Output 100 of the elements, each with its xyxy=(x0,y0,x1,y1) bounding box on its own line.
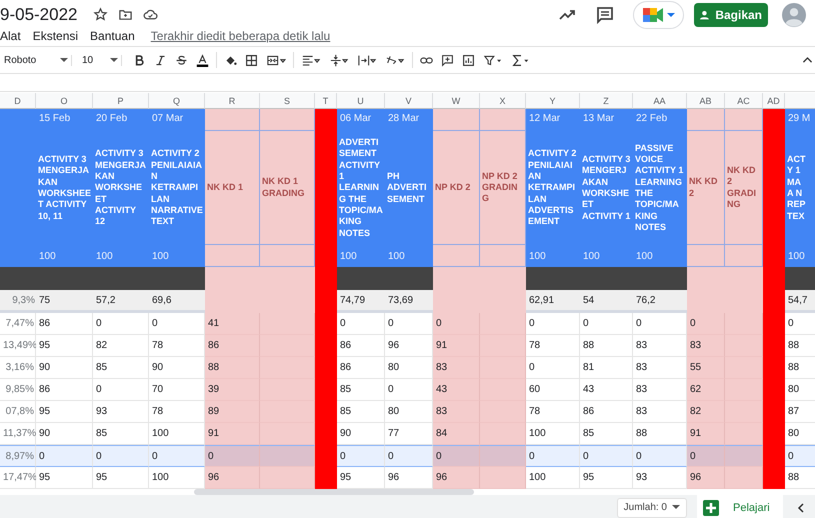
menu-item[interactable]: Bantuan xyxy=(90,29,135,43)
explore-button[interactable]: Pelajari xyxy=(697,495,783,518)
column-header[interactable]: Z xyxy=(580,93,633,109)
last-edit-link[interactable]: Terakhir diedit beberapa detik lalu xyxy=(150,29,330,43)
font-dropdown[interactable]: Roboto xyxy=(0,54,72,66)
assignment-title: NK KD 2 xyxy=(689,176,718,199)
table-cell: 41 xyxy=(205,313,260,335)
assignment-title: ACTIVITY 2 PENILAIAIAN KETRAMPILAN NARRATIVE TEXT xyxy=(151,148,203,228)
header-cell: 07 Mar xyxy=(149,109,205,131)
header-cell: 100 xyxy=(785,245,815,267)
sum-dropdown[interactable]: Jumlah: 0 xyxy=(616,498,687,518)
menu-item[interactable]: Ekstensi xyxy=(32,29,78,43)
column-header[interactable]: Q xyxy=(149,93,205,109)
table-cell: 39 xyxy=(205,379,260,401)
column-header[interactable]: T xyxy=(315,93,337,109)
column-header[interactable]: Y xyxy=(526,93,580,109)
table-cell: 3,16% xyxy=(0,357,36,379)
text-color-icon[interactable] xyxy=(196,54,209,66)
column-header[interactable]: X xyxy=(480,93,526,109)
table-cell: 43 xyxy=(433,379,480,401)
chart-icon[interactable] xyxy=(462,54,475,66)
column-header[interactable]: AC xyxy=(725,93,763,109)
assignment-title: NK KD 1 GRADING xyxy=(262,176,306,199)
table-cell: 0 xyxy=(93,379,149,401)
table-cell: 55 xyxy=(687,357,725,379)
assignment-title: NK KD 2 GRADING xyxy=(727,164,757,210)
merge-cells-icon[interactable] xyxy=(266,54,286,66)
comment-icon[interactable] xyxy=(595,4,615,24)
average-cell: 54,7 xyxy=(785,290,815,313)
column-header[interactable]: D xyxy=(0,93,36,109)
average-cell: 9,3% xyxy=(0,290,36,313)
assignment-title: ACTIVITY 3 MENGERJAKAN WORKSHEET ACTIVITY 12 xyxy=(95,148,147,228)
assignment-title: NP KD 2 xyxy=(435,182,470,194)
table-cell: 86 xyxy=(337,357,385,379)
table-cell: 95 xyxy=(36,335,93,357)
fill-color-icon[interactable] xyxy=(224,54,237,66)
table-cell: 86 xyxy=(205,335,260,357)
dark-row-cell xyxy=(385,267,433,290)
table-cell: 78 xyxy=(526,401,580,423)
table-cell: 0 xyxy=(149,445,205,467)
italic-icon[interactable] xyxy=(154,54,167,66)
table-cell: 86 xyxy=(36,379,93,401)
column-header[interactable]: V xyxy=(385,93,433,109)
column-header[interactable]: AD xyxy=(763,93,785,109)
table-cell: 0 xyxy=(433,445,480,467)
column-header[interactable]: O xyxy=(36,93,93,109)
text-wrap-icon[interactable] xyxy=(357,54,377,66)
column-header[interactable]: U xyxy=(337,93,385,109)
column-header[interactable]: S xyxy=(260,93,315,109)
table-cell: 96 xyxy=(687,467,725,489)
caret-icon xyxy=(667,12,675,18)
header-cell: 100 xyxy=(36,245,93,267)
assignment-title: NP KD 2 GRADING xyxy=(482,170,518,204)
star-icon[interactable] xyxy=(92,7,108,22)
average-cell: 57,2 xyxy=(93,290,149,313)
share-button[interactable]: Bagikan xyxy=(694,2,768,26)
table-cell: 88 xyxy=(580,335,633,357)
table-cell: 88 xyxy=(785,335,815,357)
menu-item[interactable]: Alat xyxy=(0,29,21,43)
video-call-button[interactable] xyxy=(633,0,684,28)
filter-icon[interactable] xyxy=(483,54,503,66)
bold-icon[interactable] xyxy=(133,54,146,66)
text-rotation-icon[interactable] xyxy=(385,54,405,66)
assignment-title: ACTIVITY 3 MENGERJAKAN WORKSHEET ACTIVITY 1 xyxy=(582,154,631,222)
table-cell: 0 xyxy=(526,357,580,379)
table-cell: 83 xyxy=(433,401,480,423)
table-cell: 85 xyxy=(337,401,385,423)
header-cell: 100 xyxy=(385,245,433,267)
table-cell: 60 xyxy=(526,379,580,401)
column-header[interactable]: R xyxy=(205,93,260,109)
table-cell: 0 xyxy=(526,445,580,467)
column-header[interactable]: AA xyxy=(633,93,687,109)
table-cell: 0 xyxy=(580,313,633,335)
column-header[interactable]: P xyxy=(93,93,149,109)
functions-icon[interactable] xyxy=(511,54,531,66)
table-cell: 91 xyxy=(433,335,480,357)
table-cell: 0 xyxy=(385,445,433,467)
document-title[interactable]: 9-05-2022 xyxy=(0,4,78,24)
borders-icon[interactable] xyxy=(245,54,258,66)
add-comment-icon[interactable] xyxy=(441,54,454,66)
table-cell: 0 xyxy=(337,445,385,467)
table-cell: 0 xyxy=(785,313,815,335)
vertical-align-icon[interactable] xyxy=(329,54,349,66)
column-header[interactable]: AB xyxy=(687,93,725,109)
folder-icon[interactable] xyxy=(118,7,133,22)
table-cell: 8,97% xyxy=(0,445,36,467)
assignment-title: ADVERTISEMENT ACTIVITY 1 LEARNING THE TOPIC/MAKING NOTES xyxy=(339,137,383,239)
align-icon[interactable] xyxy=(301,54,321,66)
column-header[interactable]: W xyxy=(433,93,480,109)
table-cell: 0 xyxy=(36,445,93,467)
person-add-icon xyxy=(700,8,710,20)
table-cell: 93 xyxy=(93,401,149,423)
strikethrough-icon[interactable] xyxy=(175,54,188,66)
cloud-icon[interactable] xyxy=(142,7,158,22)
assignment-title: ACT Y 1 MA A N REP TEX xyxy=(787,154,806,222)
average-cell: 54 xyxy=(580,290,633,313)
header-cell: 06 Mar xyxy=(337,109,385,131)
font-size-dropdown[interactable]: 10 xyxy=(78,54,122,66)
scrollbar-thumb[interactable] xyxy=(194,489,474,495)
header-cell: 22 Feb xyxy=(633,109,687,131)
